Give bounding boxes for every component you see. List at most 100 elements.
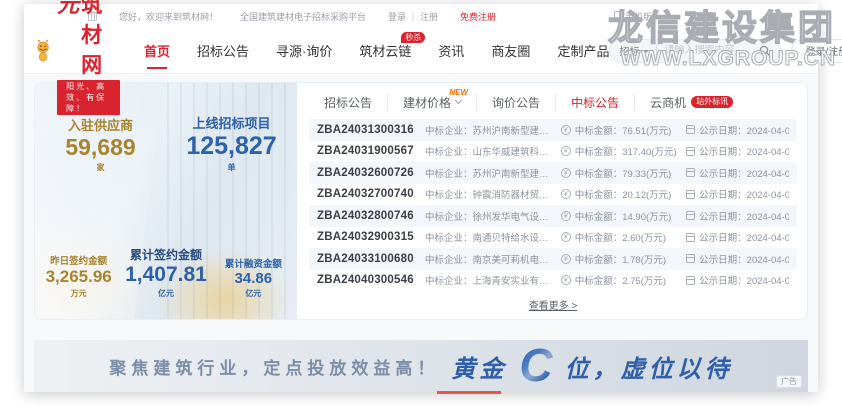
search-icon[interactable] xyxy=(759,45,771,57)
project-number: ZBA24040300546 xyxy=(317,274,425,286)
table-row[interactable]: ZBA24033100680中标企业：南京美可莉机电工程有限公司¥中标金额：1.… xyxy=(309,248,797,270)
date-text: 公示日期：2024-04-09 xyxy=(699,123,789,137)
tab-label: 询价公告 xyxy=(492,94,540,111)
stat-value: 59,689 xyxy=(35,134,166,160)
header: 元 筑材网 阳光、高效、有保障！ 首页招标公告寻源·询价筑材云链秒杀资讯商友圈定… xyxy=(24,28,818,74)
project-number: ZBA24031300316 xyxy=(317,124,425,136)
logo-text: 元 筑材网 xyxy=(57,0,120,79)
announcement-tabs: 招标公告建材价格NEW 询价公告中标公告云商机站外标讯 xyxy=(309,90,797,114)
calendar-icon xyxy=(686,168,695,177)
winning-amount: ¥中标金额：317.40(万元) xyxy=(561,144,686,158)
nav-item-label: 资讯 xyxy=(438,44,464,59)
winning-company: 中标企业：苏州沪南新型建材科技有限公司 xyxy=(425,166,561,180)
stat-unit: 单 xyxy=(166,162,297,173)
table-row[interactable]: ZBA24031900567中标企业：山东华威建筑科技有限公司¥中标金额：317… xyxy=(309,141,797,163)
nav-item-首页[interactable]: 首页 xyxy=(144,41,170,60)
table-row[interactable]: ZBA24031300316中标企业：苏州沪南新型建材科技有限公司¥中标金额：7… xyxy=(309,119,797,141)
register-link[interactable]: 免费注册 xyxy=(460,10,496,23)
chevron-down-icon xyxy=(455,97,462,104)
nav-item-label: 定制产品 xyxy=(557,44,609,59)
page: 您好，欢迎来到筑材网！ 全国建筑建材电子招标采购平台 登录 ｜ 注册 免费注册 … xyxy=(24,4,818,392)
logo-text-block: 元 筑材网 阳光、高效、有保障！ xyxy=(57,0,120,115)
logo-mark: 元 xyxy=(57,0,79,19)
topbar-slogan: 全国建筑建材电子招标采购平台 xyxy=(240,10,366,23)
nav-item-badge: 秒杀 xyxy=(401,32,425,43)
login-register-button[interactable]: 登录/注册 xyxy=(791,39,842,63)
tab-建材价格[interactable]: 建材价格NEW xyxy=(387,94,476,111)
stat-unit: 家 xyxy=(35,162,166,173)
stat-昨日签约金额: 昨日签约金额3,265.96万元 xyxy=(35,253,122,299)
winning-company: 中标企业：南京美可莉机电工程有限公司 xyxy=(425,252,561,266)
tab-询价公告[interactable]: 询价公告 xyxy=(476,94,555,111)
view-more: 查看更多 > xyxy=(309,291,797,315)
nav-item-label: 寻源·询价 xyxy=(276,44,332,59)
logo-slogan: 阳光、高效、有保障！ xyxy=(57,80,120,115)
stat-value: 1,407.81 xyxy=(122,263,209,287)
nav-item-招标公告[interactable]: 招标公告 xyxy=(197,41,249,60)
calendar-icon xyxy=(686,190,695,199)
ad-banner[interactable]: 聚焦建筑行业，定点投放效益高！ 黄金 C 位，虚位以待 广告 xyxy=(34,340,808,392)
winning-amount: ¥中标金额：79.33(万元) xyxy=(561,166,686,180)
stats-top-row: 入驻供应商59,689家上线招标项目125,827单 xyxy=(35,113,297,173)
welcome-text: 您好，欢迎来到筑材网！ xyxy=(119,10,218,23)
topbar-left: 您好，欢迎来到筑材网！ 全国建筑建材电子招标采购平台 登录 ｜ 注册 免费注册 xyxy=(88,10,496,23)
calendar-icon xyxy=(686,125,695,134)
mobile-link[interactable]: 手机版 xyxy=(625,10,652,23)
winning-company: 中标企业：上海青安实业有限公司 xyxy=(425,273,561,287)
winning-amount: ¥中标金额：14.90(万元) xyxy=(561,209,686,223)
stat-unit: 万元 xyxy=(35,288,122,299)
yen-circle-icon: ¥ xyxy=(561,146,571,156)
table-row[interactable]: ZBA24032900315中标企业：南通贝特给水设备科技有限公司¥中标金额：2… xyxy=(309,227,797,249)
tab-招标公告[interactable]: 招标公告 xyxy=(309,94,387,111)
yen-circle-icon: ¥ xyxy=(561,125,571,135)
search-category-dropdown[interactable]: 招标 xyxy=(619,43,649,58)
hot-pill-badge: 站外标讯 xyxy=(691,96,733,108)
amount-text: 中标金额：2.60(万元) xyxy=(575,230,666,244)
nav-item-筑材云链[interactable]: 筑材云链秒杀 xyxy=(359,41,411,60)
mascot-icon xyxy=(34,31,52,71)
nav-item-定制产品[interactable]: 定制产品 xyxy=(557,41,609,60)
winning-company: 中标企业：徐州发华电气设备销售有限公司 xyxy=(425,209,561,223)
announcement-rows: ZBA24031300316中标企业：苏州沪南新型建材科技有限公司¥中标金额：7… xyxy=(309,119,797,291)
tab-中标公告[interactable]: 中标公告 xyxy=(555,94,634,111)
search-input[interactable] xyxy=(664,45,759,56)
search-box[interactable]: 招标 xyxy=(609,39,781,63)
stat-累计融资金额: 累计融资金额34.86亿元 xyxy=(210,256,297,299)
calendar-icon xyxy=(686,276,695,285)
nav-item-label: 商友圈 xyxy=(491,44,530,59)
calendar-icon xyxy=(686,147,695,156)
table-row[interactable]: ZBA24032600726中标企业：苏州沪南新型建材科技有限公司¥中标金额：7… xyxy=(309,162,797,184)
publish-date: 公示日期：2024-04-09 xyxy=(686,273,789,287)
yen-circle-icon: ¥ xyxy=(561,189,571,199)
stats-bottom-row: 昨日签约金额3,265.96万元累计签约金额1,407.81亿元累计融资金额34… xyxy=(35,246,297,299)
search-divider xyxy=(656,45,657,57)
publish-date: 公示日期：2024-04-09 xyxy=(686,187,789,201)
winning-company: 中标企业：钟震消防器材贸易（南京）有... xyxy=(425,187,561,201)
nav-item-资讯[interactable]: 资讯 xyxy=(438,41,464,60)
table-row[interactable]: ZBA24040300546中标企业：上海青安实业有限公司¥中标金额：2.75(… xyxy=(309,270,797,292)
publish-date: 公示日期：2024-04-09 xyxy=(686,209,789,223)
publish-date: 公示日期：2024-04-09 xyxy=(686,252,789,266)
date-text: 公示日期：2024-04-09 xyxy=(699,230,789,244)
stat-value: 125,827 xyxy=(166,132,297,161)
project-number: ZBA24032900315 xyxy=(317,231,425,243)
view-more-link[interactable]: 查看更多 > xyxy=(529,301,578,312)
amount-text: 中标金额：76.51(万元) xyxy=(575,123,672,137)
nav-item-商友圈[interactable]: 商友圈 xyxy=(491,41,530,60)
publish-date: 公示日期：2024-04-09 xyxy=(686,230,789,244)
calendar-icon xyxy=(686,233,695,242)
banner-tail-text: 位，虚位以待 xyxy=(565,349,733,384)
stat-入驻供应商: 入驻供应商59,689家 xyxy=(35,115,166,172)
publish-date: 公示日期：2024-04-09 xyxy=(686,144,789,158)
stats-panel: 入驻供应商59,689家上线招标项目125,827单 昨日签约金额3,265.9… xyxy=(35,83,297,319)
publish-date: 公示日期：2024-04-09 xyxy=(686,166,789,180)
nav-item-label: 招标公告 xyxy=(197,44,249,59)
tab-云商机[interactable]: 云商机站外标讯 xyxy=(634,94,748,111)
table-row[interactable]: ZBA24032700740中标企业：钟震消防器材贸易（南京）有...¥中标金额… xyxy=(309,184,797,206)
winning-amount: ¥中标金额：2.60(万元) xyxy=(561,230,686,244)
table-row[interactable]: ZBA24032800746中标企业：徐州发华电气设备销售有限公司¥中标金额：1… xyxy=(309,205,797,227)
logo[interactable]: 元 筑材网 阳光、高效、有保障！ xyxy=(34,0,120,115)
nav-item-寻源·询价[interactable]: 寻源·询价 xyxy=(276,41,332,60)
auth-links[interactable]: 登录 ｜ 注册 xyxy=(388,10,438,23)
project-number: ZBA24032800746 xyxy=(317,210,425,222)
